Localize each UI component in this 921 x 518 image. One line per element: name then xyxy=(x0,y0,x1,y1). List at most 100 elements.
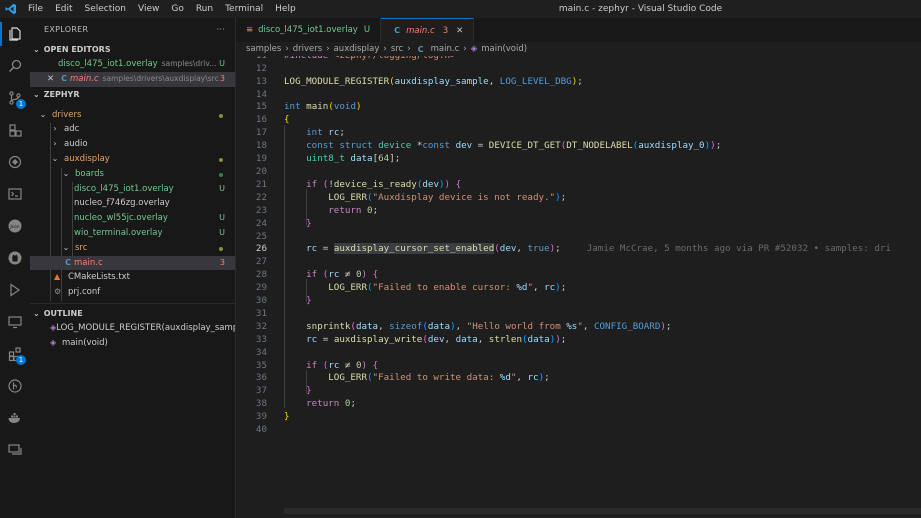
folder-name: src xyxy=(75,242,88,253)
line-number: 16 xyxy=(255,114,267,125)
chevron-right-icon: › xyxy=(285,44,289,54)
breadcrumb-item[interactable]: src xyxy=(391,44,403,54)
json-activity[interactable]: Json xyxy=(0,210,30,242)
outline-header[interactable]: ⌄ OUTLINE xyxy=(30,306,235,321)
tree-file-prj-conf[interactable]: ⚙ prj.conf xyxy=(30,285,235,300)
breadcrumb-item[interactable]: main(void) xyxy=(481,44,527,54)
remote-activity[interactable] xyxy=(0,146,30,178)
close-tab-icon[interactable]: ✕ xyxy=(456,26,463,36)
open-editor-item[interactable]: disco_l475_iot1.overlay samples\driv... … xyxy=(30,57,235,72)
untracked-dot xyxy=(219,172,223,177)
outline-item-main[interactable]: ◈ main(void) xyxy=(30,336,235,351)
extensions-activity[interactable]: 1 xyxy=(0,338,30,370)
activity-bar: 1 Json 1 xyxy=(0,18,30,518)
line-number: 13 xyxy=(255,76,267,87)
outline-symbol-name: main(void) xyxy=(62,337,108,348)
line-number: 33 xyxy=(255,334,267,345)
run-debug-activity[interactable] xyxy=(0,114,30,146)
explorer-activity[interactable] xyxy=(0,18,30,50)
menu-terminal[interactable]: Terminal xyxy=(219,4,269,14)
chat-activity[interactable] xyxy=(0,434,30,466)
menu-go[interactable]: Go xyxy=(165,4,189,14)
tab-status: U xyxy=(363,25,371,35)
debug-icon xyxy=(9,124,22,137)
tree-folder-adc[interactable]: › adc xyxy=(30,122,235,137)
open-editors-header[interactable]: ⌄ OPEN EDITORS xyxy=(30,42,235,57)
tree-file-main-c[interactable]: C main.c 3 xyxy=(30,255,235,271)
files-icon xyxy=(9,27,21,41)
menu-edit[interactable]: Edit xyxy=(49,4,78,14)
file-name: nucleo_wl55jc.overlay xyxy=(74,213,168,224)
testing-activity[interactable] xyxy=(0,274,30,306)
horizontal-scrollbar[interactable] xyxy=(284,508,921,514)
tab-disco-overlay[interactable]: ≡ disco_l475_iot1.overlay U xyxy=(236,18,382,42)
breadcrumb-item[interactable]: samples xyxy=(246,44,281,54)
symbol-method-icon: ◈ xyxy=(470,44,478,54)
menu-file[interactable]: File xyxy=(22,4,49,14)
more-actions-button[interactable]: ··· xyxy=(216,18,225,42)
tree-file-cmakelists[interactable]: ▲ CMakeLists.txt xyxy=(30,270,235,285)
code-line: 18 const struct device *const dev = DEVI… xyxy=(236,140,921,153)
line-number: 40 xyxy=(255,424,267,435)
chevron-down-icon: ⌄ xyxy=(33,89,40,99)
remote-explorer-activity[interactable] xyxy=(0,306,30,338)
tree-folder-audio[interactable]: › audio xyxy=(30,137,235,152)
github-activity[interactable] xyxy=(0,242,30,274)
line-number: 17 xyxy=(255,127,267,138)
tree-folder-auxdisplay[interactable]: ⌄ auxdisplay xyxy=(30,152,235,167)
code-editor[interactable]: 11#include <zephyr/logging/log.h> 12 13L… xyxy=(236,56,921,518)
tree-file-disco-overlay[interactable]: disco_l475_iot1.overlay U xyxy=(30,182,235,197)
tab-main-c[interactable]: C main.c 3 ✕ xyxy=(381,18,475,42)
overlay-file-icon: ≡ xyxy=(246,25,254,35)
code-line: 40 xyxy=(236,424,921,437)
breadcrumb-item[interactable]: auxdisplay xyxy=(334,44,380,54)
c-file-icon: C xyxy=(394,26,401,35)
symbol-method-icon: ◈ xyxy=(50,337,57,347)
tree-file-nucleo-f746zg[interactable]: nucleo_f746zg.overlay xyxy=(30,196,235,211)
code-line: 28 if (rc ≠ 0) { xyxy=(236,269,921,282)
folder-name: boards xyxy=(75,168,104,179)
outline-item-log-module[interactable]: ◈ LOG_MODULE_REGISTER(auxdisplay_sampl..… xyxy=(30,321,235,336)
outline-title: OUTLINE xyxy=(43,308,83,318)
svg-text:Json: Json xyxy=(9,224,19,230)
code-line: 24 } xyxy=(236,218,921,231)
open-editor-path: samples\driv... xyxy=(161,59,217,68)
tree-file-nucleo-wl55jc[interactable]: nucleo_wl55jc.overlay U xyxy=(30,211,235,226)
source-control-activity[interactable]: 1 xyxy=(0,82,30,114)
code-line: 27 xyxy=(236,256,921,269)
chevron-right-icon: › xyxy=(53,124,57,134)
breadcrumb-item[interactable]: drivers xyxy=(293,44,322,54)
tree-file-wio-terminal[interactable]: wio_terminal.overlay U xyxy=(30,226,235,241)
menu-view[interactable]: View xyxy=(132,4,165,14)
line-number: 11 xyxy=(236,56,267,63)
remote-icon xyxy=(8,155,22,169)
code-line: 25 xyxy=(236,231,921,244)
breadcrumb-item[interactable]: main.c xyxy=(431,44,460,54)
menu-run[interactable]: Run xyxy=(190,4,219,14)
modified-dot xyxy=(219,246,223,251)
chevron-down-icon: ⌄ xyxy=(51,153,59,163)
tree-folder-drivers[interactable]: ⌄ drivers xyxy=(30,108,235,123)
tree-folder-boards[interactable]: ⌄ boards xyxy=(30,167,235,182)
terminal-activity[interactable] xyxy=(0,178,30,210)
workspace-header[interactable]: ⌄ ZEPHYR xyxy=(30,87,235,102)
problems-badge: 3 xyxy=(219,257,225,267)
search-activity[interactable] xyxy=(0,50,30,82)
menu-selection[interactable]: Selection xyxy=(79,4,132,14)
line-number: 31 xyxy=(255,308,267,319)
file-tree: ⌄ drivers › adc › audio ⌄ auxdisplay ⌄ b… xyxy=(30,108,235,301)
line-number: 20 xyxy=(255,166,267,177)
code-line: 30 } xyxy=(236,295,921,308)
tree-folder-src[interactable]: ⌄ src xyxy=(30,241,235,256)
file-name: CMakeLists.txt xyxy=(68,272,131,283)
code-line: 37 } xyxy=(236,385,921,398)
line-number: 34 xyxy=(255,347,267,358)
docker-activity[interactable] xyxy=(0,402,30,434)
gitlens-activity[interactable] xyxy=(0,370,30,402)
open-editor-item-active[interactable]: ✕ C main.c samples\drivers\auxdisplay\sr… xyxy=(30,71,235,87)
file-name: disco_l475_iot1.overlay xyxy=(74,183,174,194)
code-line-current: 26 rc = auxdisplay_cursor_set_enabled(de… xyxy=(236,243,921,256)
status-badge: U xyxy=(219,183,225,193)
menu-help[interactable]: Help xyxy=(269,4,302,14)
close-icon[interactable]: ✕ xyxy=(47,72,58,87)
